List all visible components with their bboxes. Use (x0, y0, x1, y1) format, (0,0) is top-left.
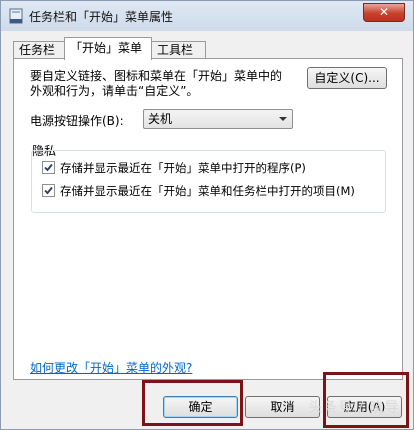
close-button[interactable]: ✕ (363, 3, 405, 22)
customize-description: 要自定义链接、图标和菜单在「开始」菜单中的外观和行为，请单击“自定义”。 (30, 69, 283, 98)
power-button-select[interactable]: 关机 (143, 109, 293, 129)
power-button-value: 关机 (148, 112, 173, 126)
recent-programs-checkbox[interactable] (42, 161, 55, 174)
checkmark-icon (44, 163, 53, 172)
watermark: 头条号 / 晓导 (308, 400, 400, 416)
close-icon: ✕ (378, 5, 390, 19)
power-button-label: 电源按钮操作(B): (30, 114, 124, 128)
privacy-group: 存储并显示最近在「开始」菜单中打开的程序(P) 存储并显示最近在「开始」菜单和任… (31, 150, 386, 213)
recent-items-label: 存储并显示最近在「开始」菜单和任务栏中打开的项目(M) (60, 184, 355, 198)
recent-items-checkbox[interactable] (42, 184, 55, 197)
properties-window: 任务栏和「开始」菜单属性 ✕ 任务栏 「开始」菜单 工具栏 要自定义链接、图标和… (0, 0, 414, 430)
chevron-down-icon (279, 117, 287, 121)
checkmark-icon (44, 186, 53, 195)
recent-programs-label: 存储并显示最近在「开始」菜单中打开的程序(P) (60, 161, 306, 175)
ok-button[interactable]: 确定 (163, 396, 238, 418)
customize-button[interactable]: 自定义(C)... (307, 67, 387, 89)
tab-start-menu[interactable]: 「开始」菜单 (64, 37, 152, 60)
window-title: 任务栏和「开始」菜单属性 (29, 10, 174, 24)
taskbar-properties-icon (9, 8, 23, 24)
title-bar[interactable]: 任务栏和「开始」菜单属性 ✕ (1, 1, 413, 31)
start-menu-panel: 要自定义链接、图标和菜单在「开始」菜单中的外观和行为，请单击“自定义”。 自定义… (13, 58, 403, 380)
help-link[interactable]: 如何更改「开始」菜单的外观? (30, 359, 192, 376)
